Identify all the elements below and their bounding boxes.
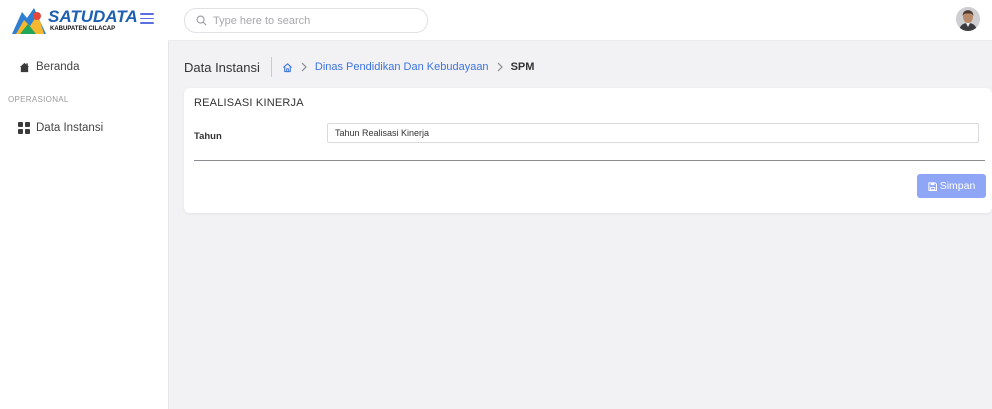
breadcrumb-current: SPM bbox=[510, 61, 535, 73]
search-input[interactable] bbox=[213, 14, 413, 27]
save-button-label: Simpan bbox=[939, 180, 976, 192]
tahun-input[interactable] bbox=[327, 123, 979, 143]
sidebar-item-data-instansi[interactable]: Data Instansi bbox=[0, 117, 168, 139]
nav-section-label: OPERASIONAL bbox=[8, 95, 69, 104]
logo-text: SATUDATA bbox=[48, 7, 138, 26]
sidebar: SATUDATA KABUPATEN CILACAP Beranda OPERA… bbox=[0, 0, 169, 409]
logo-subtext: KABUPATEN CILACAP bbox=[50, 26, 116, 32]
search-box[interactable] bbox=[184, 8, 428, 33]
page-title: Data Instansi bbox=[184, 59, 260, 75]
sidebar-item-beranda[interactable]: Beranda bbox=[0, 56, 168, 78]
home-icon[interactable] bbox=[282, 62, 293, 73]
form-card: REALISASI KINERJA Tahun Simpan bbox=[184, 88, 992, 213]
home-icon bbox=[18, 61, 30, 73]
breadcrumb-divider bbox=[270, 57, 272, 77]
logo-graphic-icon bbox=[12, 8, 46, 34]
chevron-right-icon bbox=[300, 62, 308, 72]
sidebar-item-label: Beranda bbox=[36, 61, 80, 73]
breadcrumb: Data Instansi Dinas Pendidikan Dan Kebud… bbox=[184, 56, 534, 78]
breadcrumb-link-dinas[interactable]: Dinas Pendidikan Dan Kebudayaan bbox=[315, 61, 489, 73]
save-button[interactable]: Simpan bbox=[917, 174, 986, 198]
sidebar-item-label: Data Instansi bbox=[36, 122, 104, 134]
avatar[interactable] bbox=[956, 7, 980, 31]
card-title: REALISASI KINERJA bbox=[194, 97, 304, 109]
tahun-label: Tahun bbox=[194, 131, 222, 142]
save-icon bbox=[928, 181, 937, 191]
chevron-right-icon bbox=[496, 62, 504, 72]
app-logo[interactable]: SATUDATA KABUPATEN CILACAP bbox=[10, 6, 138, 36]
search-icon bbox=[196, 15, 207, 26]
top-header bbox=[168, 0, 992, 41]
divider bbox=[194, 160, 985, 161]
menu-toggle-icon[interactable] bbox=[140, 11, 154, 25]
grid-icon bbox=[18, 122, 30, 134]
